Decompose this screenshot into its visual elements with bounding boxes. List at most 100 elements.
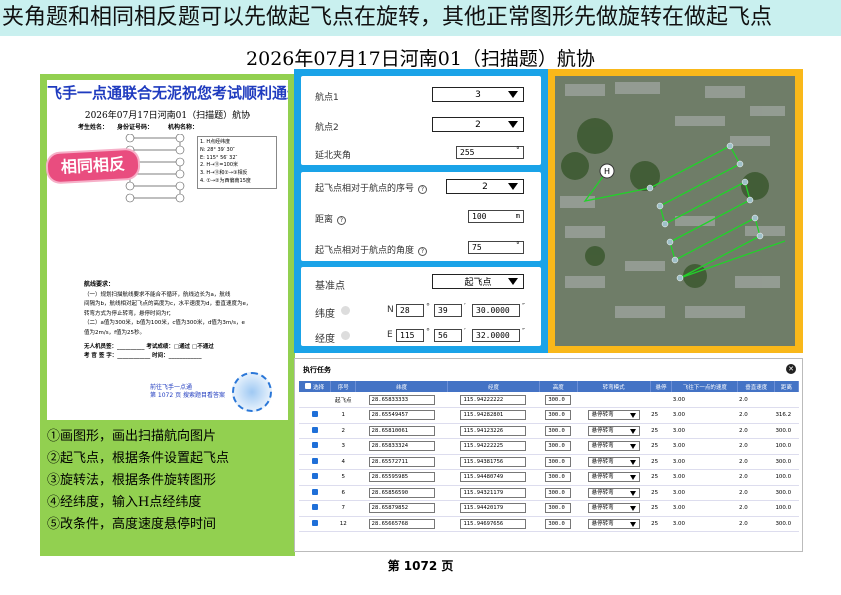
alt-input[interactable]: 300.0 xyxy=(545,518,572,529)
lon-input[interactable]: 115.94480749 xyxy=(460,472,527,483)
table-row[interactable]: 5 28.65595985 115.94480749 300.0 悬停转弯 25 3.00 2… xyxy=(299,469,799,486)
lat-input[interactable]: 28.65549457 xyxy=(368,410,435,421)
lon-input[interactable]: 115.94282801 xyxy=(460,410,527,421)
alt-input[interactable]: 300.0 xyxy=(545,394,572,405)
lat-input[interactable]: 28.65810061 xyxy=(368,425,435,436)
lon-input[interactable]: 115.94123226 xyxy=(460,425,527,436)
select-cell[interactable] xyxy=(299,407,331,424)
lon-input[interactable]: 115.94222225 xyxy=(460,441,527,452)
column-header[interactable]: 选择 xyxy=(299,381,332,392)
satellite-map[interactable]: H xyxy=(555,76,795,346)
longitude-toggle-icon[interactable] xyxy=(341,331,350,340)
latitude-seconds-input[interactable]: 30.0000 xyxy=(472,304,520,317)
signature-line: 考 官 签 字：____________ 时间：____________ xyxy=(84,353,202,360)
waypoint2-select[interactable]: 2 xyxy=(432,117,524,132)
base-point-label: 基准点 xyxy=(315,281,345,292)
table-row[interactable]: 6 28.65856590 115.94321179 300.0 悬停转弯 25 3.00 2… xyxy=(299,485,799,501)
select-cell[interactable] xyxy=(299,392,331,408)
lon-input[interactable]: 115.94420179 xyxy=(460,503,527,514)
lat-input[interactable]: 28.65833333 xyxy=(368,394,435,405)
turn-mode-select[interactable]: 悬停转弯 xyxy=(587,518,640,529)
select-cell[interactable] xyxy=(299,423,331,439)
row-checkbox[interactable] xyxy=(311,519,318,526)
table-row[interactable]: 1 28.65549457 115.94282801 300.0 悬停转弯 25 3.00 2… xyxy=(299,407,799,424)
alt-input[interactable]: 300.0 xyxy=(545,456,572,467)
dist-cell: 316.2 xyxy=(774,407,799,424)
turn-mode-select[interactable]: 悬停转弯 xyxy=(587,472,640,483)
turn-mode-select[interactable]: 悬停转弯 xyxy=(587,425,640,436)
longitude-seconds-input[interactable]: 32.0000 xyxy=(472,329,520,342)
mode-cell: 悬停转弯 xyxy=(577,500,651,517)
latitude-degrees-input[interactable]: 28 xyxy=(396,304,424,317)
lon-input[interactable]: 115.94222222 xyxy=(460,394,527,405)
speed-cell: 3.00 xyxy=(671,438,738,455)
lon-cell: 115.94222222 xyxy=(447,392,540,408)
table-row[interactable]: 7 28.65879852 115.94420179 300.0 悬停转弯 25 3.00 2… xyxy=(299,500,799,517)
turn-mode-select[interactable]: 悬停转弯 xyxy=(587,456,640,467)
row-checkbox[interactable] xyxy=(311,488,318,495)
row-checkbox[interactable] xyxy=(311,457,318,464)
page-number: 第 1072 页 xyxy=(387,559,454,573)
lon-cell: 115.94123226 xyxy=(447,423,540,439)
longitude-degrees-input[interactable]: 115 xyxy=(396,329,424,342)
takeoff-card: 起飞点相对于航点的序号? 2 距离? 100 m 起飞点相对于航点的角度? 75 ° xyxy=(301,172,541,261)
help-icon[interactable]: ? xyxy=(418,185,428,194)
close-icon[interactable]: ✕ xyxy=(786,364,796,374)
takeoff-index-select[interactable]: 2 xyxy=(446,179,524,194)
alt-input[interactable]: 300.0 xyxy=(545,441,572,452)
select-all-checkbox[interactable] xyxy=(305,382,312,389)
distance-input[interactable]: 100 m xyxy=(468,210,524,223)
alt-input[interactable]: 300.0 xyxy=(545,410,572,421)
base-point-select[interactable]: 起飞点 xyxy=(432,274,524,289)
dist-cell: 300.0 xyxy=(774,454,799,470)
turn-mode-select[interactable]: 悬停转弯 xyxy=(587,503,640,514)
alt-input[interactable]: 300.0 xyxy=(545,503,572,514)
select-cell[interactable] xyxy=(299,500,331,517)
column-header: 悬停 xyxy=(650,381,673,392)
select-cell[interactable] xyxy=(299,469,331,486)
help-icon[interactable]: ? xyxy=(418,247,428,256)
lat-input[interactable]: 28.65833324 xyxy=(368,441,435,452)
select-cell[interactable] xyxy=(299,438,331,455)
lat-input[interactable]: 28.65665768 xyxy=(368,518,435,529)
north-angle-input[interactable]: 255 ° xyxy=(456,146,524,159)
turn-mode-select[interactable]: 悬停转弯 xyxy=(587,441,640,452)
latitude-toggle-icon[interactable] xyxy=(341,306,350,315)
alt-input[interactable]: 300.0 xyxy=(545,425,572,436)
row-checkbox[interactable] xyxy=(311,426,318,433)
vspeed-cell: 2.0 xyxy=(737,516,775,532)
select-cell[interactable] xyxy=(299,485,331,501)
longitude-minutes-input[interactable]: 56 xyxy=(434,329,462,342)
vspeed-cell: 2.0 xyxy=(737,454,775,470)
row-checkbox[interactable] xyxy=(311,504,318,511)
table-row[interactable]: 起飞点 28.65833333 115.94222222 300.0 3.00 2.0 xyxy=(299,392,799,408)
lat-input[interactable]: 28.65879852 xyxy=(368,503,435,514)
select-cell[interactable] xyxy=(299,454,331,470)
lon-input[interactable]: 115.94381756 xyxy=(460,456,527,467)
turn-mode-select[interactable]: 悬停转弯 xyxy=(587,487,640,498)
takeoff-index-label: 起飞点相对于航点的序号? xyxy=(315,181,428,194)
row-checkbox[interactable] xyxy=(311,442,318,449)
lat-input[interactable]: 28.65595985 xyxy=(368,472,435,483)
table-row[interactable]: 12 28.65665768 115.94697656 300.0 悬停转弯 25 3.00… xyxy=(299,516,799,532)
latitude-minutes-input[interactable]: 39 xyxy=(434,304,462,317)
alt-input[interactable]: 300.0 xyxy=(545,487,572,498)
lat-input[interactable]: 28.65572711 xyxy=(368,456,435,467)
lon-input[interactable]: 115.94697656 xyxy=(460,518,527,529)
lon-input[interactable]: 115.94321179 xyxy=(460,487,527,498)
table-row[interactable]: 4 28.65572711 115.94381756 300.0 悬停转弯 25 3.00 2… xyxy=(299,454,799,470)
row-checkbox[interactable] xyxy=(311,473,318,480)
dist-cell: 100.0 xyxy=(774,500,799,517)
lat-input[interactable]: 28.65856590 xyxy=(368,487,435,498)
hover-cell: 25 xyxy=(650,438,672,455)
help-icon[interactable]: ? xyxy=(337,216,347,225)
takeoff-angle-input[interactable]: 75 ° xyxy=(468,241,524,254)
step-item: ③旋转法，根据条件旋转图形 xyxy=(47,473,217,488)
table-row[interactable]: 2 28.65810061 115.94123226 300.0 悬停转弯 25 3.00 2… xyxy=(299,423,799,439)
waypoint1-select[interactable]: 3 xyxy=(432,87,524,102)
table-row[interactable]: 3 28.65833324 115.94222225 300.0 悬停转弯 25 3.00 2… xyxy=(299,438,799,455)
select-cell[interactable] xyxy=(299,516,331,532)
turn-mode-select[interactable]: 悬停转弯 xyxy=(587,410,640,421)
row-checkbox[interactable] xyxy=(311,411,318,418)
alt-input[interactable]: 300.0 xyxy=(545,472,572,483)
